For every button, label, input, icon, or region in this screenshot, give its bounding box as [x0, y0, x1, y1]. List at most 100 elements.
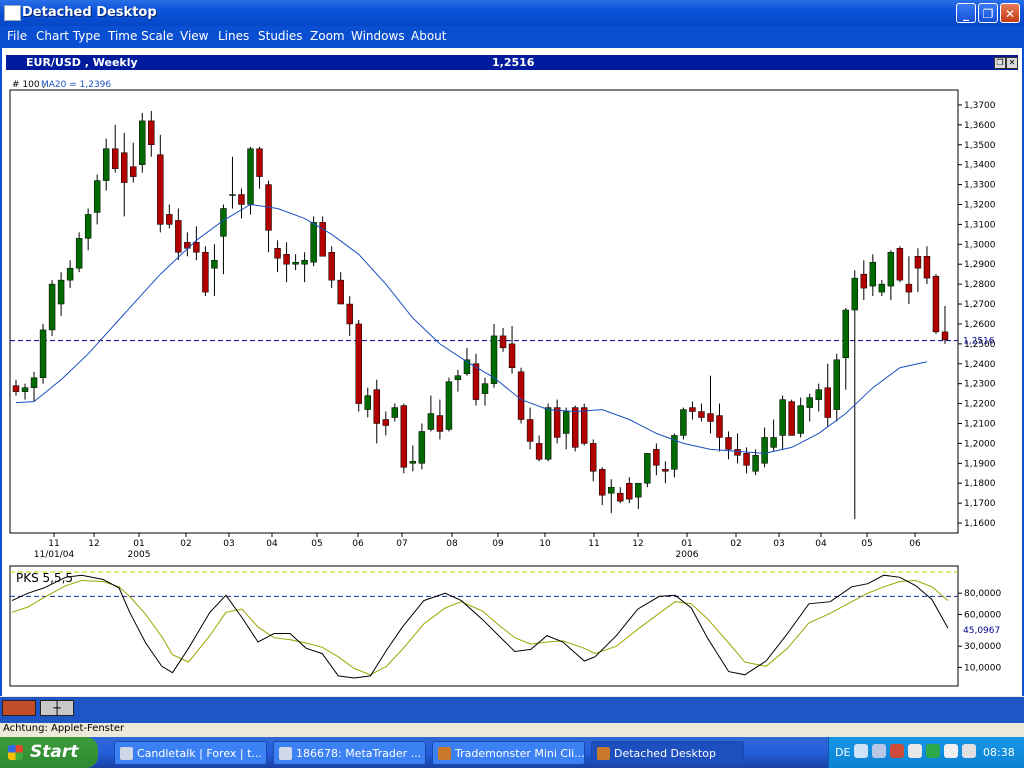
pin-tool-icon[interactable] — [2, 700, 36, 716]
candle-body — [409, 461, 417, 464]
candle-body — [608, 486, 615, 494]
candle — [580, 403, 588, 446]
menu-file[interactable]: File — [7, 29, 27, 43]
candle-body — [562, 411, 570, 434]
close-button[interactable]: ✕ — [1000, 3, 1020, 23]
security-icon[interactable] — [890, 744, 904, 758]
y-tick-label: 1,2100 — [964, 419, 996, 429]
candle-body — [102, 148, 110, 181]
candle-body — [526, 419, 534, 442]
candle-body — [427, 413, 435, 430]
x-tick-label: 07 — [396, 539, 407, 549]
candle-body — [716, 415, 723, 438]
task-candletalk[interactable]: Candletalk | Forex | t... — [114, 741, 267, 765]
y-tick-label: 1,2900 — [964, 260, 996, 270]
y-tick-label: 1,3400 — [964, 161, 996, 171]
price-panel — [9, 89, 959, 534]
x-tick-label: 01 — [681, 539, 692, 549]
start-button[interactable]: Start — [0, 737, 98, 768]
menu-view[interactable]: View — [180, 29, 208, 43]
printer-icon[interactable] — [872, 744, 886, 758]
crosshair-tool-icon[interactable]: ┼ — [40, 700, 74, 716]
candle-body — [454, 375, 462, 380]
candle-body — [121, 152, 128, 183]
x-tick-label: 11 — [48, 539, 59, 549]
candle-body — [599, 469, 606, 496]
x-tick-label: 02 — [730, 539, 741, 549]
menu-chart-type[interactable]: Chart Type — [36, 29, 100, 43]
candle-body — [725, 437, 732, 450]
candle — [571, 405, 579, 452]
candle-body — [12, 385, 20, 392]
candle-body — [923, 255, 931, 279]
candle-body — [662, 469, 669, 472]
language-indicator[interactable]: DE — [835, 746, 850, 759]
candle — [544, 403, 552, 462]
candle — [202, 246, 209, 297]
task-detached-desktop[interactable]: Detached Desktop — [591, 741, 744, 765]
x-tick-label: 06 — [352, 539, 364, 549]
maximize-button[interactable]: ❐ — [978, 3, 998, 23]
candle-body — [391, 407, 399, 418]
network-icon[interactable] — [854, 744, 868, 758]
x-tick-label: 09 — [492, 539, 504, 549]
y-tick-label: 1,3300 — [964, 181, 996, 191]
menu-time-scale[interactable]: Time Scale — [108, 29, 173, 43]
candle — [680, 407, 687, 440]
candle-body — [644, 453, 651, 484]
candle-body — [84, 214, 92, 239]
candle — [139, 112, 146, 173]
candle-body — [256, 148, 263, 177]
candle-body — [887, 252, 895, 287]
candle-body — [707, 413, 714, 422]
y-tick-label: 1,1800 — [964, 479, 996, 489]
candle-body — [698, 411, 705, 418]
candle-body — [553, 407, 561, 438]
y-tick-label: 1,3600 — [964, 121, 996, 131]
restore-chart-icon[interactable]: ❐ — [994, 57, 1006, 69]
candle-body — [292, 261, 299, 265]
candle — [75, 232, 83, 273]
candle — [644, 453, 651, 488]
menu-bar: File Chart Type Time Scale View Lines St… — [0, 26, 1024, 48]
candle-body — [211, 259, 218, 269]
candle-body — [743, 453, 750, 466]
x-tick-label: 05 — [311, 539, 322, 549]
volume-icon[interactable] — [962, 744, 976, 758]
candle-body — [779, 399, 786, 436]
close-chart-icon[interactable]: ✕ — [1006, 57, 1018, 69]
applet-warning-text: Achtung: Applet-Fenster — [3, 723, 125, 734]
menu-studies[interactable]: Studies — [258, 29, 303, 43]
menu-zoom[interactable]: Zoom — [310, 29, 345, 43]
chart-window-title-bar: EUR/USD , Weekly 1,2516 — [6, 55, 1018, 70]
candle — [400, 403, 408, 474]
oscillator-panel — [9, 565, 959, 687]
minimize-button[interactable]: _ — [956, 3, 976, 23]
menu-lines[interactable]: Lines — [218, 29, 249, 43]
display-icon[interactable] — [908, 744, 922, 758]
candle-body — [833, 359, 840, 410]
sync-icon[interactable] — [926, 744, 940, 758]
menu-about[interactable]: About — [411, 29, 446, 43]
messenger-icon[interactable] — [944, 744, 958, 758]
y-tick-label: 1,2800 — [964, 280, 996, 290]
candle-body — [328, 252, 335, 281]
candle-body — [39, 329, 47, 378]
ma-label: MA20 = 1,2396 — [41, 80, 111, 90]
y-tick-label: 1,3500 — [964, 141, 996, 151]
osc-tick-label: 10,0000 — [964, 663, 1001, 673]
candle-body — [283, 254, 290, 265]
candle-body — [761, 437, 768, 464]
task-metatrader[interactable]: 186678: MetaTrader ... — [273, 741, 426, 765]
window-icon — [279, 747, 292, 760]
candle-body — [166, 214, 173, 225]
menu-windows[interactable]: Windows — [351, 29, 405, 43]
task-trademonster[interactable]: Trademonster Mini Cli... — [432, 741, 585, 765]
candle-body — [905, 283, 913, 293]
windows-logo-icon — [8, 745, 23, 760]
osc-tick-label: 60,0000 — [964, 610, 1001, 620]
candle-body — [75, 238, 83, 269]
x-tick-label: 08 — [446, 539, 458, 549]
y-tick-label: 1,3700 — [964, 101, 996, 111]
chart-area[interactable]: # 100 , MA20 = 1,2396 1,37001,36001,3500… — [0, 70, 1024, 696]
